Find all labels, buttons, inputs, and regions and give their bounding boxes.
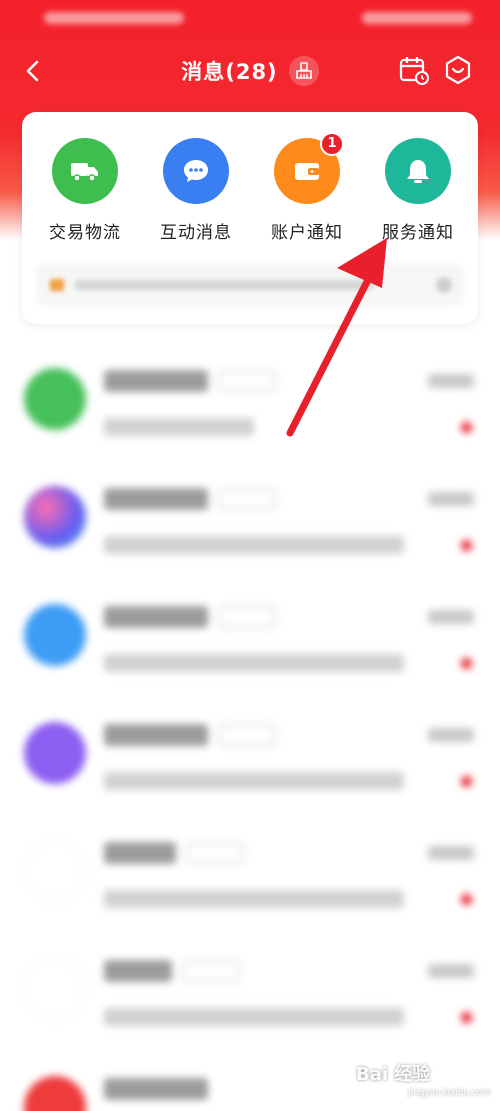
avatar	[24, 604, 86, 666]
conversation-row[interactable]	[0, 812, 500, 930]
avatar	[24, 722, 86, 784]
unread-dot	[461, 658, 472, 669]
wallet-icon: 1	[274, 132, 344, 204]
avatar	[24, 486, 86, 548]
conversation-tag	[182, 960, 240, 982]
quick-entry-account[interactable]: 1 账户通知	[252, 132, 362, 243]
conversation-name	[104, 724, 208, 746]
conversation-time	[428, 492, 474, 506]
status-bar-left	[44, 12, 184, 24]
unread-badge: 1	[320, 132, 344, 156]
conversation-name	[104, 488, 208, 510]
navigation-bar: 消息(28)	[0, 44, 500, 100]
status-bar-right	[362, 12, 472, 24]
unread-dot	[461, 422, 472, 433]
unread-dot	[461, 894, 472, 905]
conversation-time	[428, 728, 474, 742]
conversation-tag	[218, 606, 276, 628]
unread-dot	[461, 540, 472, 551]
truck-icon	[52, 138, 118, 204]
quick-entry-label: 账户通知	[271, 223, 343, 243]
avatar	[24, 840, 86, 902]
quick-entry-label: 交易物流	[49, 223, 121, 243]
conversation-tag	[218, 488, 276, 510]
quick-entry-logistics[interactable]: 交易物流	[30, 138, 140, 243]
conversation-name	[104, 370, 208, 392]
conversation-preview	[104, 772, 404, 790]
bell-icon	[385, 138, 451, 204]
chat-bubble-icon	[163, 138, 229, 204]
conversation-row[interactable]	[0, 458, 500, 576]
conversation-preview	[104, 654, 404, 672]
avatar	[24, 1076, 86, 1111]
avatar	[24, 958, 86, 1020]
conversation-name	[104, 606, 208, 628]
conversation-time	[428, 846, 474, 860]
conversation-row[interactable]	[0, 694, 500, 812]
unread-dot	[461, 776, 472, 787]
notice-banner[interactable]	[36, 264, 464, 306]
conversation-time	[428, 610, 474, 624]
conversation-tag	[218, 724, 276, 746]
conversation-preview	[104, 536, 404, 554]
conversation-row[interactable]	[0, 576, 500, 694]
watermark: Bai 经验 jingyan.baidu.com	[356, 1060, 496, 1106]
avatar	[24, 368, 86, 430]
hexagon-settings-icon[interactable]	[442, 54, 474, 86]
conversation-time	[428, 964, 474, 978]
conversation-preview	[104, 418, 254, 436]
notice-text	[74, 280, 374, 290]
broom-icon[interactable]	[288, 56, 319, 86]
conversation-tag	[186, 842, 244, 864]
conversation-time	[428, 374, 474, 388]
conversation-name	[104, 960, 172, 982]
calendar-clock-icon[interactable]	[398, 54, 430, 86]
conversation-name	[104, 1078, 208, 1100]
quick-entry-card: 交易物流 互动消息 1 账户通知 服务通知	[22, 112, 478, 324]
conversation-row[interactable]	[0, 930, 500, 1048]
notice-icon	[50, 279, 64, 291]
notice-close-icon[interactable]	[436, 277, 452, 293]
page-title: 消息(28)	[181, 60, 278, 84]
quick-entry-service[interactable]: 服务通知	[363, 138, 473, 243]
quick-entry-interactions[interactable]: 互动消息	[141, 138, 251, 243]
status-bar	[0, 0, 500, 38]
conversation-name	[104, 842, 176, 864]
watermark-subtext: jingyan.baidu.com	[408, 1088, 492, 1098]
quick-entry-label: 互动消息	[160, 223, 232, 243]
unread-dot	[461, 1012, 472, 1023]
conversation-preview	[104, 1008, 404, 1026]
watermark-text: Bai 经验	[356, 1064, 431, 1085]
conversation-row[interactable]	[0, 340, 500, 458]
conversation-tag	[218, 370, 276, 392]
conversation-preview	[104, 890, 404, 908]
quick-entry-label: 服务通知	[382, 223, 454, 243]
